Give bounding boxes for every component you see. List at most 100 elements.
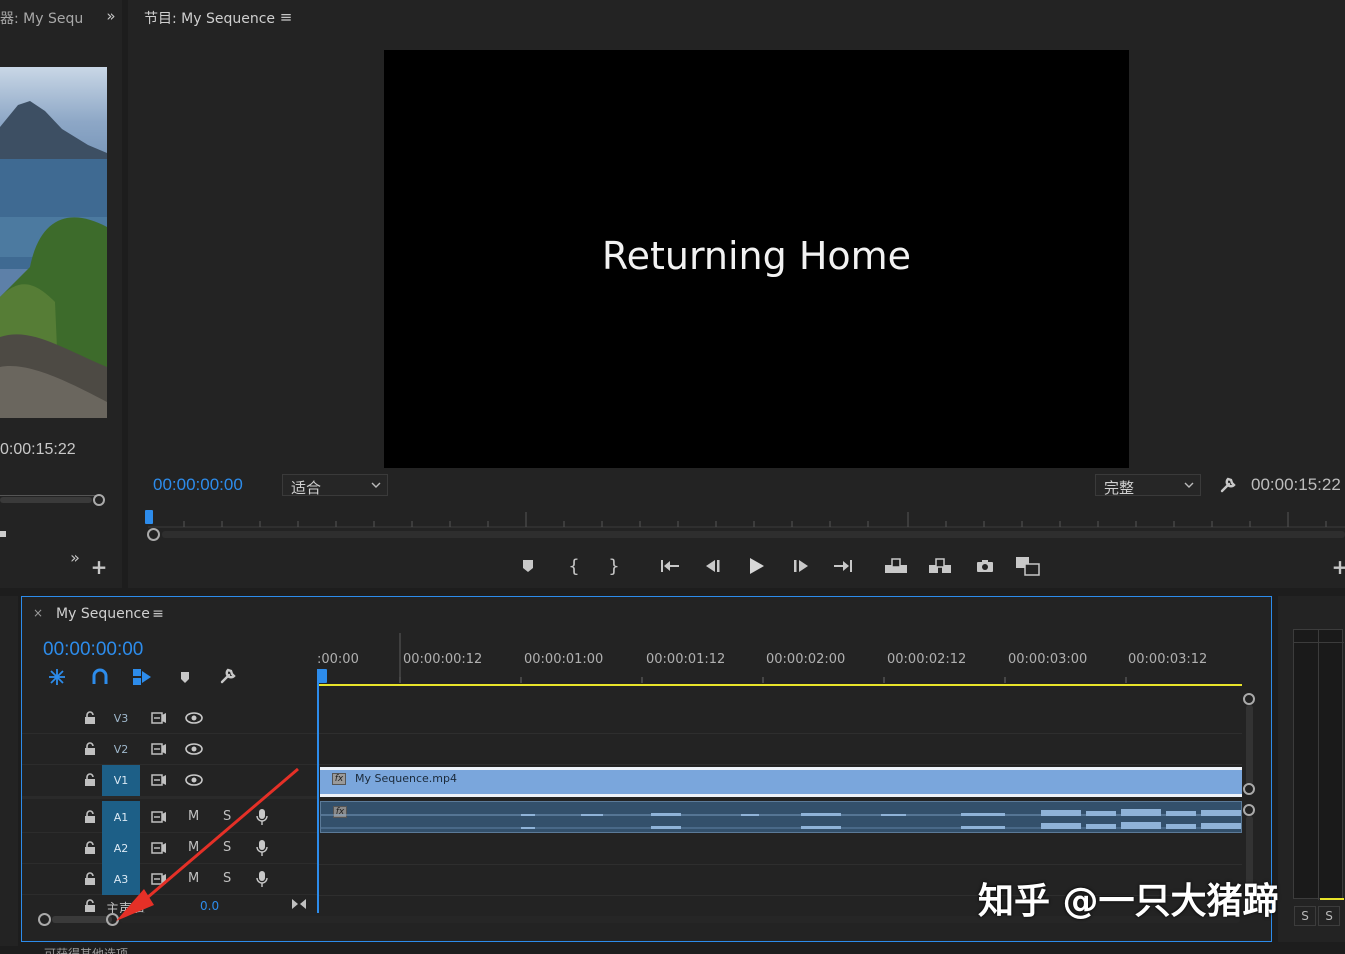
meter-solo-right[interactable]: S (1318, 906, 1340, 926)
panel-overflow-icon[interactable]: » (102, 7, 120, 25)
source-more-controls-icon[interactable]: » (66, 548, 84, 567)
source-add-button-icon[interactable]: + (90, 555, 108, 579)
mark-out-icon[interactable]: } (604, 556, 624, 577)
meter-channels (1293, 629, 1344, 900)
toggle-sync-lock-icon[interactable] (150, 710, 168, 726)
vertical-scroll-handle[interactable] (1243, 804, 1255, 816)
linked-selection-icon[interactable] (131, 667, 153, 687)
audio-meter-panel: S S (1278, 596, 1345, 942)
lock-icon[interactable] (82, 772, 98, 788)
ruler-label: 00:00:03:12 (1128, 652, 1208, 667)
program-playhead[interactable] (145, 510, 153, 524)
source-marker (0, 531, 6, 537)
vertical-scroll-handle[interactable] (1243, 693, 1255, 705)
chevron-down-icon (1184, 481, 1194, 489)
lock-icon[interactable] (82, 871, 98, 887)
ruler-label: 00:00:01:12 (646, 652, 726, 667)
camera-icon[interactable] (974, 556, 996, 576)
tools-strip (0, 596, 18, 946)
program-time-ruler[interactable] (148, 510, 1345, 528)
video-clip-name: My Sequence.mp4 (355, 772, 457, 785)
ruler-label: :00:00 (317, 652, 359, 667)
go-to-out-icon[interactable] (832, 556, 854, 576)
step-back-icon[interactable] (703, 556, 723, 576)
fit-select[interactable]: 适合 (282, 474, 388, 497)
program-current-timecode[interactable]: 00:00:00:00 (153, 475, 243, 495)
add-button-icon[interactable]: + (1332, 555, 1345, 579)
play-icon[interactable] (746, 555, 768, 577)
lock-icon[interactable] (82, 710, 98, 726)
track-v3-label[interactable]: V3 (102, 703, 140, 733)
program-video-frame: Returning Home (384, 50, 1129, 468)
wrench-icon[interactable] (218, 666, 238, 686)
audio-waveform (321, 809, 1241, 829)
timeline-zoom-left-handle[interactable] (38, 913, 51, 926)
panel-menu-icon[interactable]: ≡ (150, 606, 166, 622)
step-forward-icon[interactable] (791, 556, 811, 576)
program-duration-timecode: 00:00:15:22 (1251, 475, 1341, 494)
wrench-icon[interactable] (1218, 475, 1238, 495)
lane-divider (318, 864, 1242, 865)
eye-icon[interactable] (184, 741, 204, 757)
program-zoom-handle[interactable] (147, 528, 160, 541)
source-monitor-panel: 器: My Sequ » 0:00:15:22 » + (0, 0, 122, 588)
timeline-playhead[interactable] (317, 669, 319, 913)
track-v2-header: V2 (22, 734, 317, 765)
source-timecode: 0:00:15:22 (0, 441, 76, 458)
lock-icon[interactable] (82, 898, 98, 913)
title-card-text: Returning Home (601, 234, 912, 278)
ruler-label: 00:00:02:00 (766, 652, 846, 667)
lock-icon[interactable] (82, 741, 98, 757)
meter-divider (1294, 642, 1344, 643)
fx-badge: fx (332, 773, 346, 785)
vertical-scroll-bar[interactable] (1246, 705, 1253, 785)
timeline-tab[interactable]: My Sequence (56, 606, 150, 622)
source-video-frame (0, 67, 107, 418)
vertical-scroll-handle[interactable] (1243, 783, 1255, 795)
extract-icon[interactable] (928, 556, 952, 576)
lift-icon[interactable] (884, 556, 908, 576)
nest-icon[interactable] (46, 667, 68, 687)
lock-icon[interactable] (82, 840, 98, 856)
chevron-down-icon (371, 481, 381, 489)
mark-in-icon[interactable]: { (564, 556, 584, 577)
fit-select-value: 适合 (291, 479, 322, 497)
comparison-view-icon[interactable] (1015, 555, 1041, 577)
source-monitor-tab[interactable]: 器: My Sequ (0, 8, 83, 28)
source-zoom-bar[interactable] (0, 497, 92, 503)
ruler-label: 00:00:02:12 (887, 652, 967, 667)
ruler-label: 00:00:00:12 (403, 652, 483, 667)
add-marker-icon[interactable] (176, 667, 194, 687)
ruler-label: 00:00:03:00 (1008, 652, 1088, 667)
eye-icon[interactable] (184, 710, 204, 726)
source-scrub-bar[interactable] (0, 486, 100, 496)
program-monitor-panel: 节目: My Sequence ≡ Returning Home 00:00:0… (128, 0, 1345, 588)
close-icon[interactable]: × (32, 606, 44, 620)
lock-icon[interactable] (82, 809, 98, 825)
timeline-playhead-head[interactable] (317, 669, 327, 683)
panel-menu-icon[interactable]: ≡ (278, 8, 294, 26)
lane-divider (318, 764, 1242, 765)
program-monitor-tab[interactable]: 节目: My Sequence (144, 8, 275, 28)
video-clip[interactable]: fx My Sequence.mp4 (320, 767, 1242, 797)
source-zoom-handle[interactable] (93, 494, 105, 506)
audio-clip[interactable]: fx (320, 801, 1242, 833)
annotation-arrow (116, 767, 299, 921)
status-bar-text: 可获得其他选项 (44, 947, 129, 954)
ruler-label: 00:00:01:00 (524, 652, 604, 667)
program-zoom-bar[interactable] (162, 531, 1345, 538)
quality-select[interactable]: 完整 (1095, 474, 1201, 497)
watermark: 知乎 @一只大猪蹄 (978, 881, 1279, 922)
snap-magnet-icon[interactable] (89, 667, 111, 687)
add-marker-icon[interactable] (518, 556, 538, 576)
timeline-timecode[interactable]: 00:00:00:00 (43, 639, 143, 661)
meter-solo-left[interactable]: S (1294, 906, 1316, 926)
track-v2-label[interactable]: V2 (102, 734, 140, 764)
lane-divider (318, 733, 1242, 734)
track-v3-header: V3 (22, 703, 317, 734)
toggle-sync-lock-icon[interactable] (150, 741, 168, 757)
quality-select-value: 完整 (1104, 479, 1135, 497)
meter-divider (1318, 630, 1319, 900)
meter-level (1320, 898, 1344, 900)
go-to-in-icon[interactable] (659, 556, 681, 576)
